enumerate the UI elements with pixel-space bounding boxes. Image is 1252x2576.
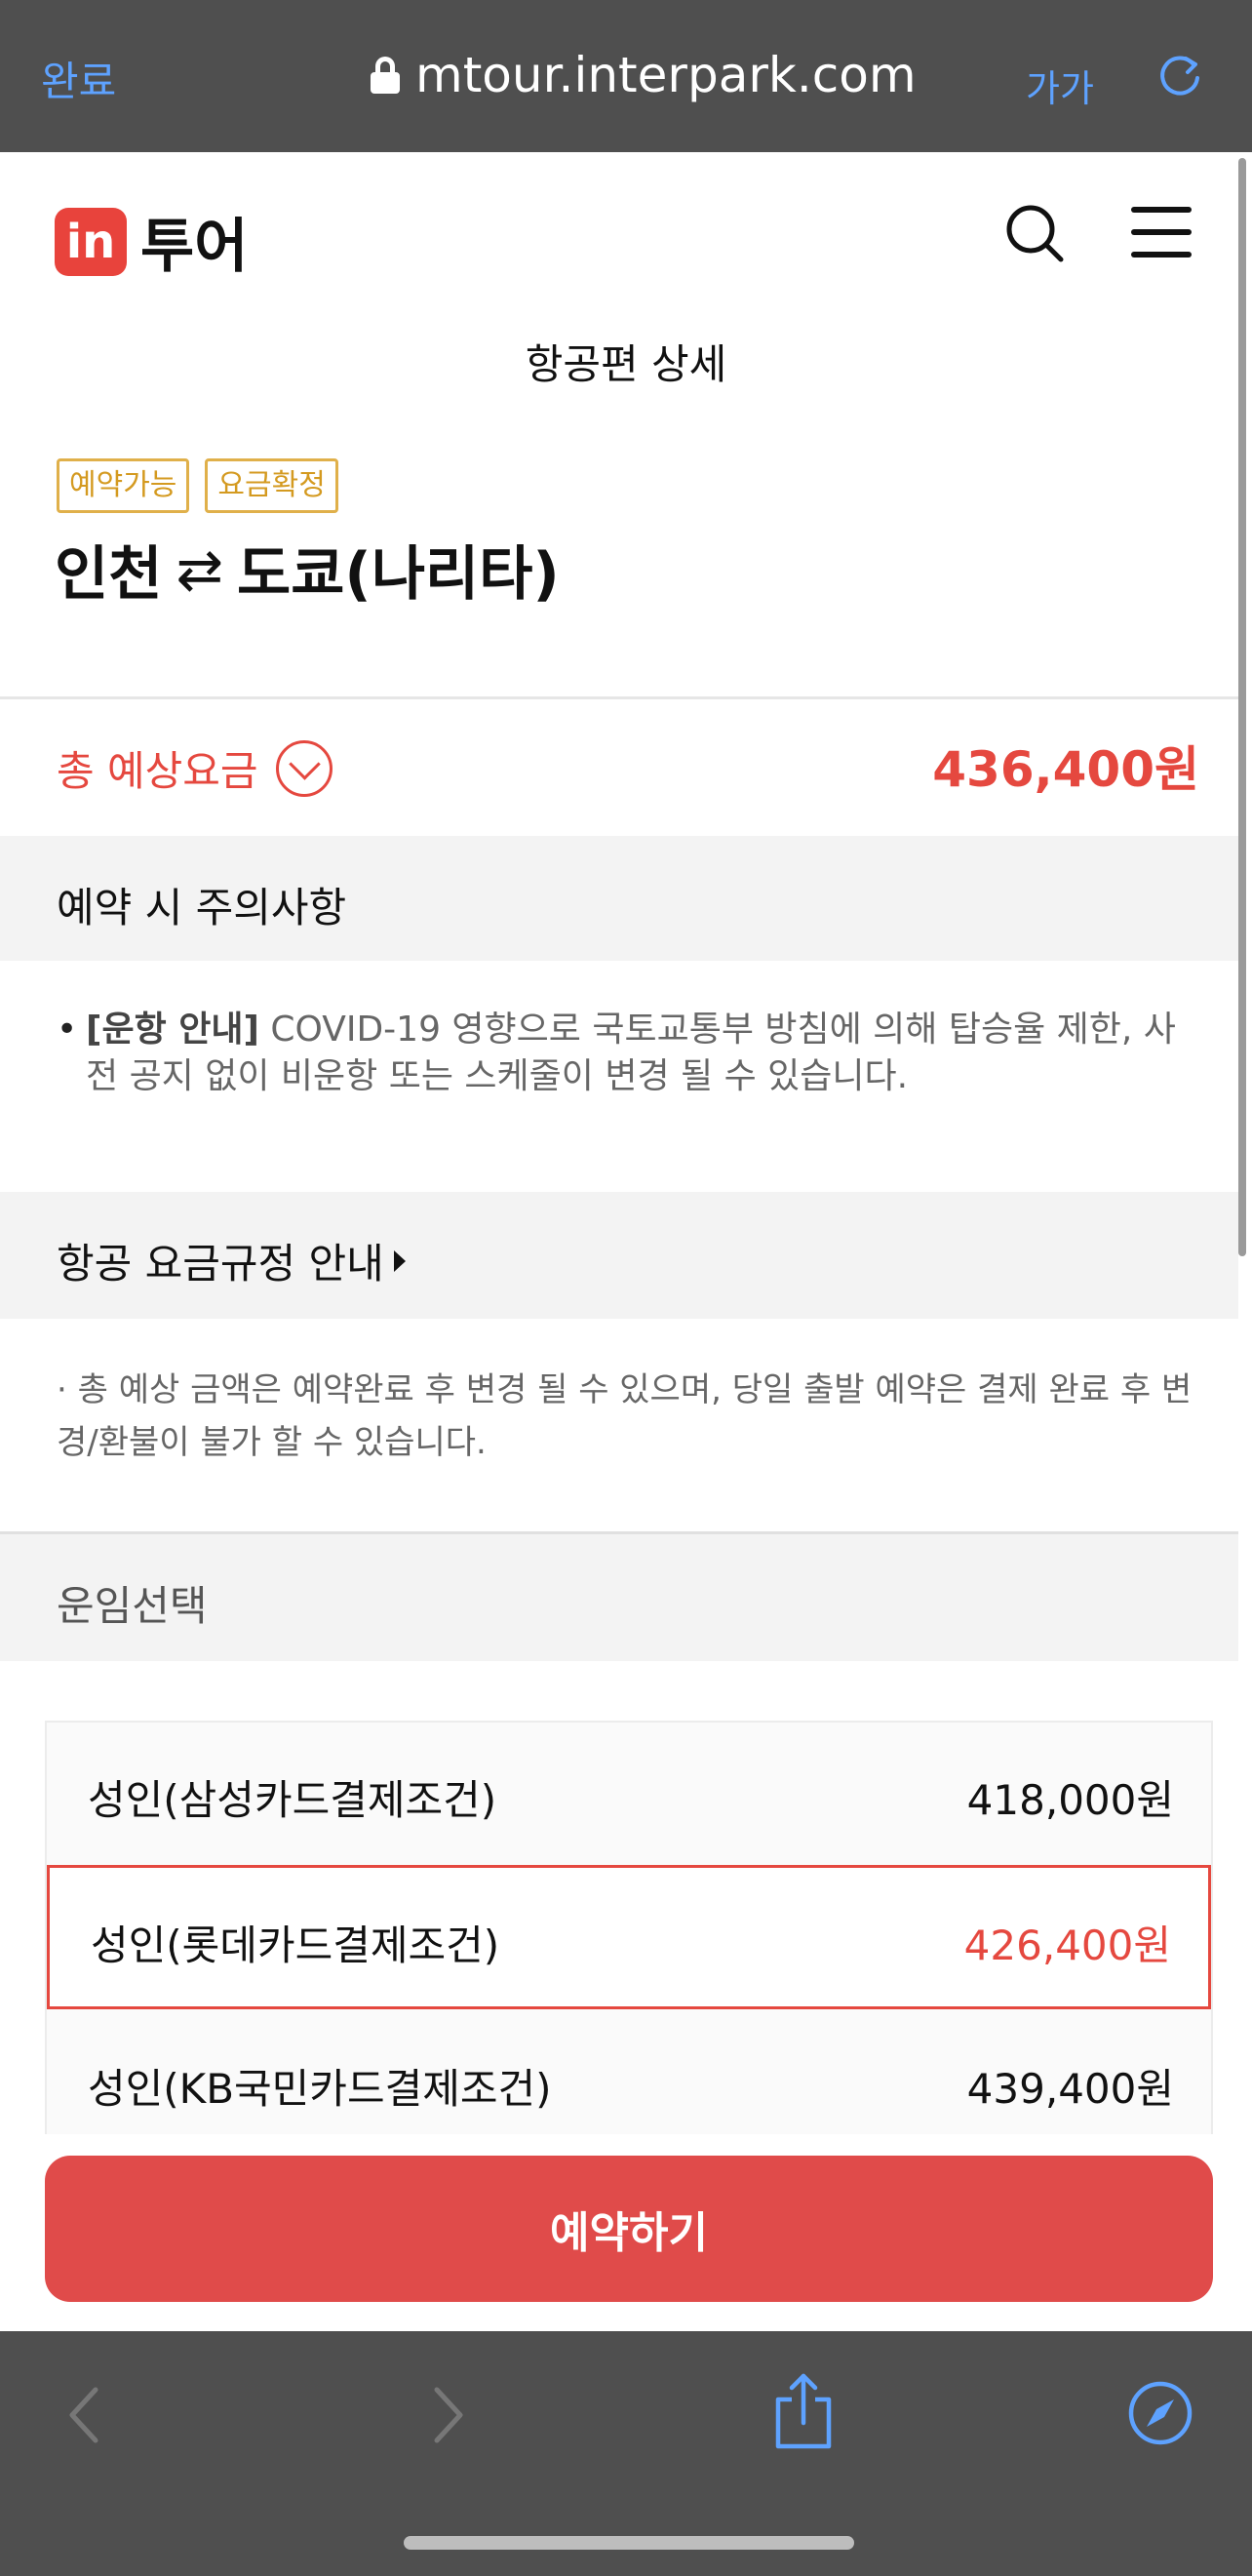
logo-badge: in — [55, 207, 127, 276]
search-icon[interactable] — [1004, 203, 1065, 263]
flight-route: 인천 ⇄ 도쿄(나리타) — [55, 527, 560, 612]
caret-right-icon — [393, 1249, 406, 1272]
fare-option-price: 418,000원 — [966, 1776, 1174, 1824]
scrollbar[interactable] — [1238, 158, 1246, 1256]
fare-option[interactable]: 성인(삼성카드결제조건) 418,000원 — [47, 1723, 1211, 1867]
fare-rules-title[interactable]: 항공 요금규정 안내 — [57, 1231, 384, 1290]
total-price-row[interactable]: 총 예상요금 436,400원 — [0, 699, 1238, 836]
notice-bold-prefix: [운항 안내] — [86, 1010, 259, 1050]
back-icon[interactable] — [62, 2384, 105, 2446]
total-price-amount: 436,400원 — [932, 741, 1199, 798]
hamburger-menu-icon[interactable] — [1131, 207, 1192, 258]
done-button[interactable]: 완료 — [41, 49, 116, 108]
fare-select-title: 운임선택 — [57, 1582, 208, 1630]
fare-select-header: 운임선택 — [0, 1534, 1238, 1661]
notice-title: 예약 시 주의사항 — [57, 884, 347, 931]
book-button[interactable]: 예약하기 — [45, 2156, 1213, 2302]
reload-icon[interactable] — [1154, 51, 1205, 101]
notice-section-header: 예약 시 주의사항 — [0, 836, 1238, 961]
bullet: • — [57, 1010, 78, 1050]
status-badge: 예약가능 — [57, 458, 190, 513]
lock-icon — [371, 57, 400, 94]
home-indicator[interactable] — [404, 2536, 854, 2550]
origin-city: 인천 — [55, 540, 163, 609]
text-size-button[interactable]: 가가 — [1026, 59, 1094, 112]
fare-rules-header[interactable]: 항공 요금규정 안내 — [0, 1192, 1238, 1319]
fare-option-name: 성인(삼성카드결제조건) — [88, 1776, 497, 1824]
status-badge: 요금확정 — [205, 458, 338, 513]
share-icon[interactable] — [770, 2370, 837, 2450]
compass-icon[interactable] — [1127, 2380, 1193, 2446]
page-title: 항공편 상세 — [525, 340, 727, 388]
status-tags: 예약가능 요금확정 — [57, 458, 338, 513]
url-text: mtour.interpark.com — [415, 47, 917, 103]
destination-city: 도쿄(나리타) — [237, 540, 560, 609]
fare-option[interactable]: 성인(KB국민카드결제조건) 439,400원 — [47, 2011, 1211, 2134]
logo-text: 투어 — [140, 213, 249, 281]
fare-rules-note: · 총 예상 금액은 예약완료 후 변경 될 수 있으며, 당일 출발 예약은 … — [57, 1370, 1193, 1462]
round-trip-arrows-icon: ⇄ — [176, 535, 224, 603]
fare-option-name: 성인(롯데카드결제조건) — [91, 1922, 500, 1969]
fare-option-price: 426,400원 — [963, 1922, 1171, 1969]
fare-option-price: 439,400원 — [966, 2065, 1174, 2113]
chevron-down-icon[interactable] — [275, 739, 333, 797]
notice-text: • [운항 안내] COVID-19 영향으로 국토교통부 방침에 의해 탑승율… — [57, 1007, 1197, 1100]
forward-icon[interactable] — [427, 2384, 470, 2446]
site-header: in 투어 — [0, 152, 1238, 318]
interpark-tour-logo[interactable]: in 투어 — [55, 199, 248, 284]
fare-option-name: 성인(KB국민카드결제조건) — [88, 2065, 552, 2113]
fare-option-selected[interactable]: 성인(롯데카드결제조건) 426,400원 — [47, 1865, 1211, 2009]
total-price-label: 총 예상요금 — [57, 747, 258, 795]
browser-address-bar: 완료 mtour.interpark.com 가가 — [0, 0, 1252, 152]
fare-option-list: 성인(삼성카드결제조건) 418,000원 성인(롯데카드결제조건) 426,4… — [45, 1721, 1213, 2134]
url-field[interactable]: mtour.interpark.com — [371, 47, 917, 103]
